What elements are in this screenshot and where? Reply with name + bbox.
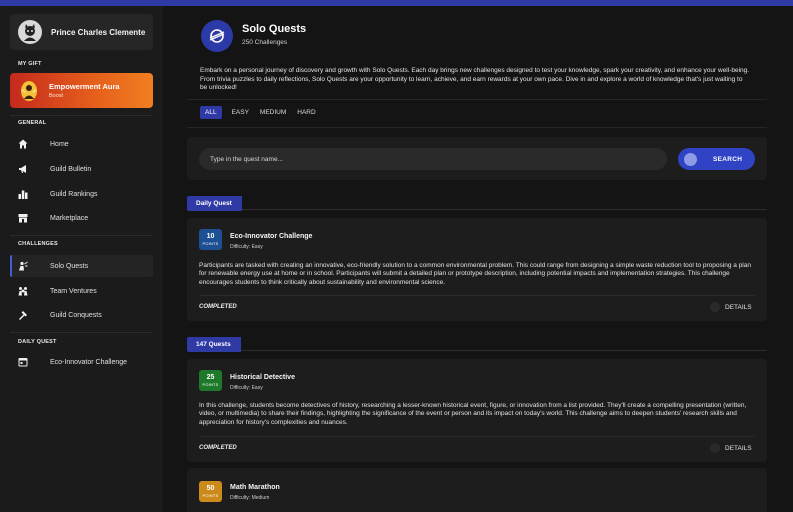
filter-easy[interactable]: EASY — [232, 106, 249, 119]
points-value: 50 — [206, 485, 215, 492]
sidebar-item-label: Team Ventures — [50, 287, 97, 295]
quest-description: In this challenge, students become detec… — [199, 402, 747, 426]
section-divider — [187, 350, 767, 351]
sidebar-item-team-ventures[interactable]: Team Ventures — [10, 280, 153, 302]
quest-difficulty: Difficulty: Easy — [230, 385, 263, 391]
page-description: Embark on a personal journey of discover… — [200, 67, 750, 91]
sidebar-item-home[interactable]: Home — [10, 133, 153, 155]
quest-status: COMPLETED — [199, 304, 237, 310]
main-content: Solo Quests 250 Challenges Embark on a p… — [163, 6, 793, 512]
sidebar-item-eco-innovator-challenge[interactable]: Eco-Innovator Challenge — [10, 351, 153, 373]
sidebar-item-marketplace[interactable]: Marketplace — [10, 207, 153, 229]
details-button[interactable]: DETAILS — [710, 302, 752, 312]
details-icon — [710, 302, 720, 312]
challenges-heading: CHALLENGES — [18, 241, 58, 247]
my-gift-heading: MY GIFT — [18, 61, 42, 67]
quest-difficulty: Difficulty: Easy — [230, 244, 263, 250]
home-icon — [18, 139, 28, 149]
quest-title: Eco-Innovator Challenge — [230, 233, 313, 240]
megaphone-icon — [18, 164, 28, 174]
gift-title: Empowerment Aura — [49, 82, 120, 91]
quest-card: 50 POINTS Math Marathon Difficulty: Medi… — [187, 468, 767, 512]
section-divider — [187, 209, 767, 210]
search-toggle-icon — [684, 152, 697, 166]
sidebar-item-guild-conquests[interactable]: Guild Conquests — [10, 304, 153, 326]
points-badge: 25 POINTS — [199, 370, 222, 391]
search-button[interactable]: SEARCH — [678, 148, 755, 170]
daily-quest-heading: DAILY QUEST — [18, 339, 57, 345]
store-icon — [18, 213, 28, 223]
team-icon — [18, 286, 28, 296]
solo-quests-logo-icon — [201, 20, 233, 52]
sidebar-divider — [10, 115, 153, 116]
user-profile[interactable]: Prince Charles Clemente — [10, 14, 153, 50]
quest-description: Participants are tasked with creating an… — [199, 262, 751, 286]
user-name: Prince Charles Clemente — [51, 27, 146, 37]
sidebar-item-label: Guild Conquests — [50, 311, 102, 319]
page-title: Solo Quests — [242, 23, 307, 35]
details-icon — [710, 443, 720, 453]
sidebar-item-label: Guild Bulletin — [50, 165, 92, 173]
avatar — [18, 20, 42, 44]
sidebar-item-solo-quests[interactable]: Solo Quests — [10, 255, 153, 277]
challenge-count: 250 Challenges — [242, 39, 288, 46]
difficulty-filters: ALL EASY MEDIUM HARD — [200, 106, 327, 119]
sidebar-item-guild-bulletin[interactable]: Guild Bulletin — [10, 158, 153, 180]
points-label: POINTS — [202, 382, 219, 387]
sidebar-item-label: Solo Quests — [50, 262, 89, 270]
sidebar-item-label: Eco-Innovator Challenge — [50, 358, 128, 366]
quest-count-tag: 147 Quests — [187, 337, 241, 352]
solo-quest-icon — [18, 261, 28, 271]
aura-icon — [20, 80, 38, 102]
search-button-label: SEARCH — [713, 155, 743, 163]
quest-title: Historical Detective — [230, 374, 295, 381]
sidebar: Prince Charles Clemente MY GIFT Empowerm… — [0, 6, 163, 512]
sidebar-divider — [10, 332, 153, 333]
sidebar-item-label: Guild Rankings — [50, 190, 98, 198]
gift-subtitle: Boost — [49, 93, 64, 99]
general-heading: GENERAL — [18, 120, 47, 126]
points-badge: 10 POINTS — [199, 229, 222, 250]
details-button[interactable]: DETAILS — [710, 443, 752, 453]
daily-quest-tag: Daily Quest — [187, 196, 242, 211]
header-divider — [187, 99, 767, 100]
quest-difficulty: Difficulty: Medium — [230, 495, 270, 501]
quest-title: Math Marathon — [230, 484, 280, 491]
conquest-icon — [18, 310, 28, 320]
details-label: DETAILS — [725, 444, 752, 452]
search-panel: SEARCH — [187, 137, 767, 180]
sidebar-item-label: Marketplace — [50, 214, 89, 222]
points-value: 25 — [206, 374, 215, 381]
filter-all[interactable]: ALL — [200, 106, 222, 119]
quest-status: COMPLETED — [199, 445, 237, 451]
filter-hard[interactable]: HARD — [297, 106, 315, 119]
filter-medium[interactable]: MEDIUM — [260, 106, 286, 119]
points-label: POINTS — [202, 493, 219, 498]
search-input[interactable] — [199, 148, 667, 170]
filter-divider — [187, 127, 767, 128]
sidebar-item-label: Home — [50, 140, 69, 148]
quest-card: 10 POINTS Eco-Innovator Challenge Diffic… — [187, 218, 767, 321]
gift-card[interactable]: Empowerment Aura Boost — [10, 73, 153, 108]
quest-card-divider — [199, 436, 755, 437]
ranking-icon — [18, 189, 28, 199]
sidebar-item-guild-rankings[interactable]: Guild Rankings — [10, 183, 153, 205]
sidebar-divider — [10, 235, 153, 236]
calendar-quest-icon — [18, 357, 28, 367]
points-value: 10 — [206, 233, 215, 240]
quest-card-divider — [199, 295, 755, 296]
points-badge: 50 POINTS — [199, 481, 222, 502]
points-label: POINTS — [202, 241, 219, 246]
quest-card: 25 POINTS Historical Detective Difficult… — [187, 359, 767, 462]
details-label: DETAILS — [725, 303, 752, 311]
